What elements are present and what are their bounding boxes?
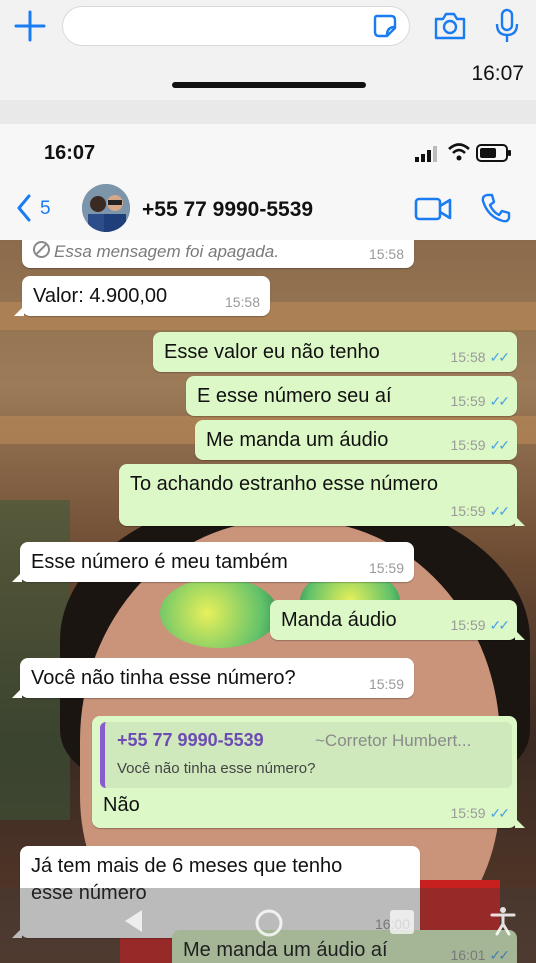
accessibility-icon[interactable]	[490, 906, 516, 936]
quoted-message[interactable]: +55 77 9990-5539 ~Corretor Humbert... Vo…	[100, 722, 512, 788]
message-bubble-outgoing[interactable]: Manda áudio 15:59 ✓✓	[270, 600, 525, 640]
message-text: Já tem mais de 6 meses que tenho	[31, 855, 343, 877]
navigation-bar	[0, 888, 536, 963]
signal-icon	[415, 146, 437, 162]
message-time: 15:59	[368, 560, 404, 576]
outer-compose-bar: 16:07	[0, 0, 536, 100]
status-time: 16:07	[44, 142, 96, 164]
message-bubble-incoming[interactable]: Valor: 4.900,00 15:58	[14, 276, 270, 316]
message-time: 15:59 ✓✓	[450, 503, 511, 519]
read-ticks-icon: ✓✓	[489, 503, 511, 519]
message-bubble-outgoing[interactable]: Me manda um áudio 15:59 ✓✓	[195, 420, 517, 460]
message-bubble-outgoing-reply[interactable]: +55 77 9990-5539 ~Corretor Humbert... Vo…	[92, 716, 525, 828]
nav-recents-icon[interactable]	[390, 910, 414, 934]
message-time: 15:58	[368, 246, 404, 262]
read-ticks-icon: ✓✓	[489, 437, 511, 453]
message-text: Esse número é meu também	[31, 551, 288, 573]
message-time: 15:59 ✓✓	[450, 617, 511, 633]
blocked-icon	[33, 241, 50, 258]
message-time: 15:58	[224, 294, 260, 310]
nav-back-icon[interactable]	[122, 908, 144, 934]
microphone-icon[interactable]	[492, 8, 522, 44]
camera-icon[interactable]	[432, 10, 468, 42]
message-bubble-incoming[interactable]: Esse número é meu também 15:59	[12, 542, 414, 582]
message-time: 15:59	[368, 676, 404, 692]
message-time: 15:59 ✓✓	[450, 393, 511, 409]
message-time: 15:59 ✓✓	[450, 805, 511, 821]
divider	[0, 100, 536, 124]
shared-screenshot: 16:07 5 +55 77 9990-5539 Essa mensagem f…	[0, 124, 536, 963]
message-bubble-incoming[interactable]: Essa mensagem foi apagada. 15:58	[22, 240, 414, 268]
sticker-icon[interactable]	[371, 12, 399, 40]
message-text: Me manda um áudio	[206, 429, 389, 451]
read-ticks-icon: ✓✓	[489, 805, 511, 821]
wifi-icon	[448, 143, 470, 161]
nav-home-icon[interactable]	[254, 908, 284, 938]
quoted-sender: +55 77 9990-5539	[117, 730, 264, 750]
message-text: Manda áudio	[281, 609, 397, 631]
quoted-alias: ~Corretor Humbert...	[315, 731, 472, 750]
back-chevron-icon	[17, 194, 31, 222]
contact-name[interactable]: +55 77 9990-5539	[142, 198, 313, 222]
deleted-message: Essa mensagem foi apagada.	[33, 241, 279, 262]
message-text: Essa mensagem foi apagada.	[54, 242, 279, 261]
message-bubble-incoming[interactable]: Você não tinha esse número? 15:59	[12, 658, 414, 698]
message-input[interactable]	[62, 6, 410, 46]
message-text: Valor: 4.900,00	[33, 285, 168, 307]
message-text: Esse valor eu não tenho	[164, 341, 380, 363]
battery-icon	[476, 144, 511, 162]
read-ticks-icon: ✓✓	[489, 617, 511, 633]
message-bubble-outgoing[interactable]: E esse número seu aí 15:59 ✓✓	[186, 376, 517, 416]
chat-header: 5 +55 77 9990-5539	[0, 176, 536, 241]
message-bubble-outgoing[interactable]: To achando estranho esse número 15:59 ✓✓	[119, 464, 525, 526]
quoted-text: Você não tinha esse número?	[117, 760, 316, 777]
conversation[interactable]: Essa mensagem foi apagada. 15:58 Valor: …	[0, 240, 536, 963]
plus-icon[interactable]	[12, 8, 48, 44]
home-indicator[interactable]	[172, 82, 366, 88]
voice-call-icon[interactable]	[480, 192, 512, 224]
message-bubble-outgoing[interactable]: Esse valor eu não tenho 15:58 ✓✓	[153, 332, 517, 372]
video-call-icon[interactable]	[414, 194, 452, 224]
message-time: 15:59 ✓✓	[450, 437, 511, 453]
outer-clock: 16:07	[471, 62, 524, 85]
message-text: Não	[103, 794, 140, 816]
avatar[interactable]	[82, 184, 130, 232]
wallpaper-sunglasses	[160, 578, 278, 648]
profile-photo	[82, 184, 130, 232]
read-ticks-icon: ✓✓	[489, 349, 511, 365]
status-bar: 16:07	[0, 124, 536, 176]
unread-count: 5	[40, 198, 51, 219]
message-text: Você não tinha esse número?	[31, 667, 296, 689]
message-time: 15:58 ✓✓	[450, 349, 511, 365]
back-button[interactable]: 5	[12, 194, 72, 224]
message-text: E esse número seu aí	[197, 385, 392, 407]
message-text: To achando estranho esse número	[130, 473, 438, 495]
read-ticks-icon: ✓✓	[489, 393, 511, 409]
